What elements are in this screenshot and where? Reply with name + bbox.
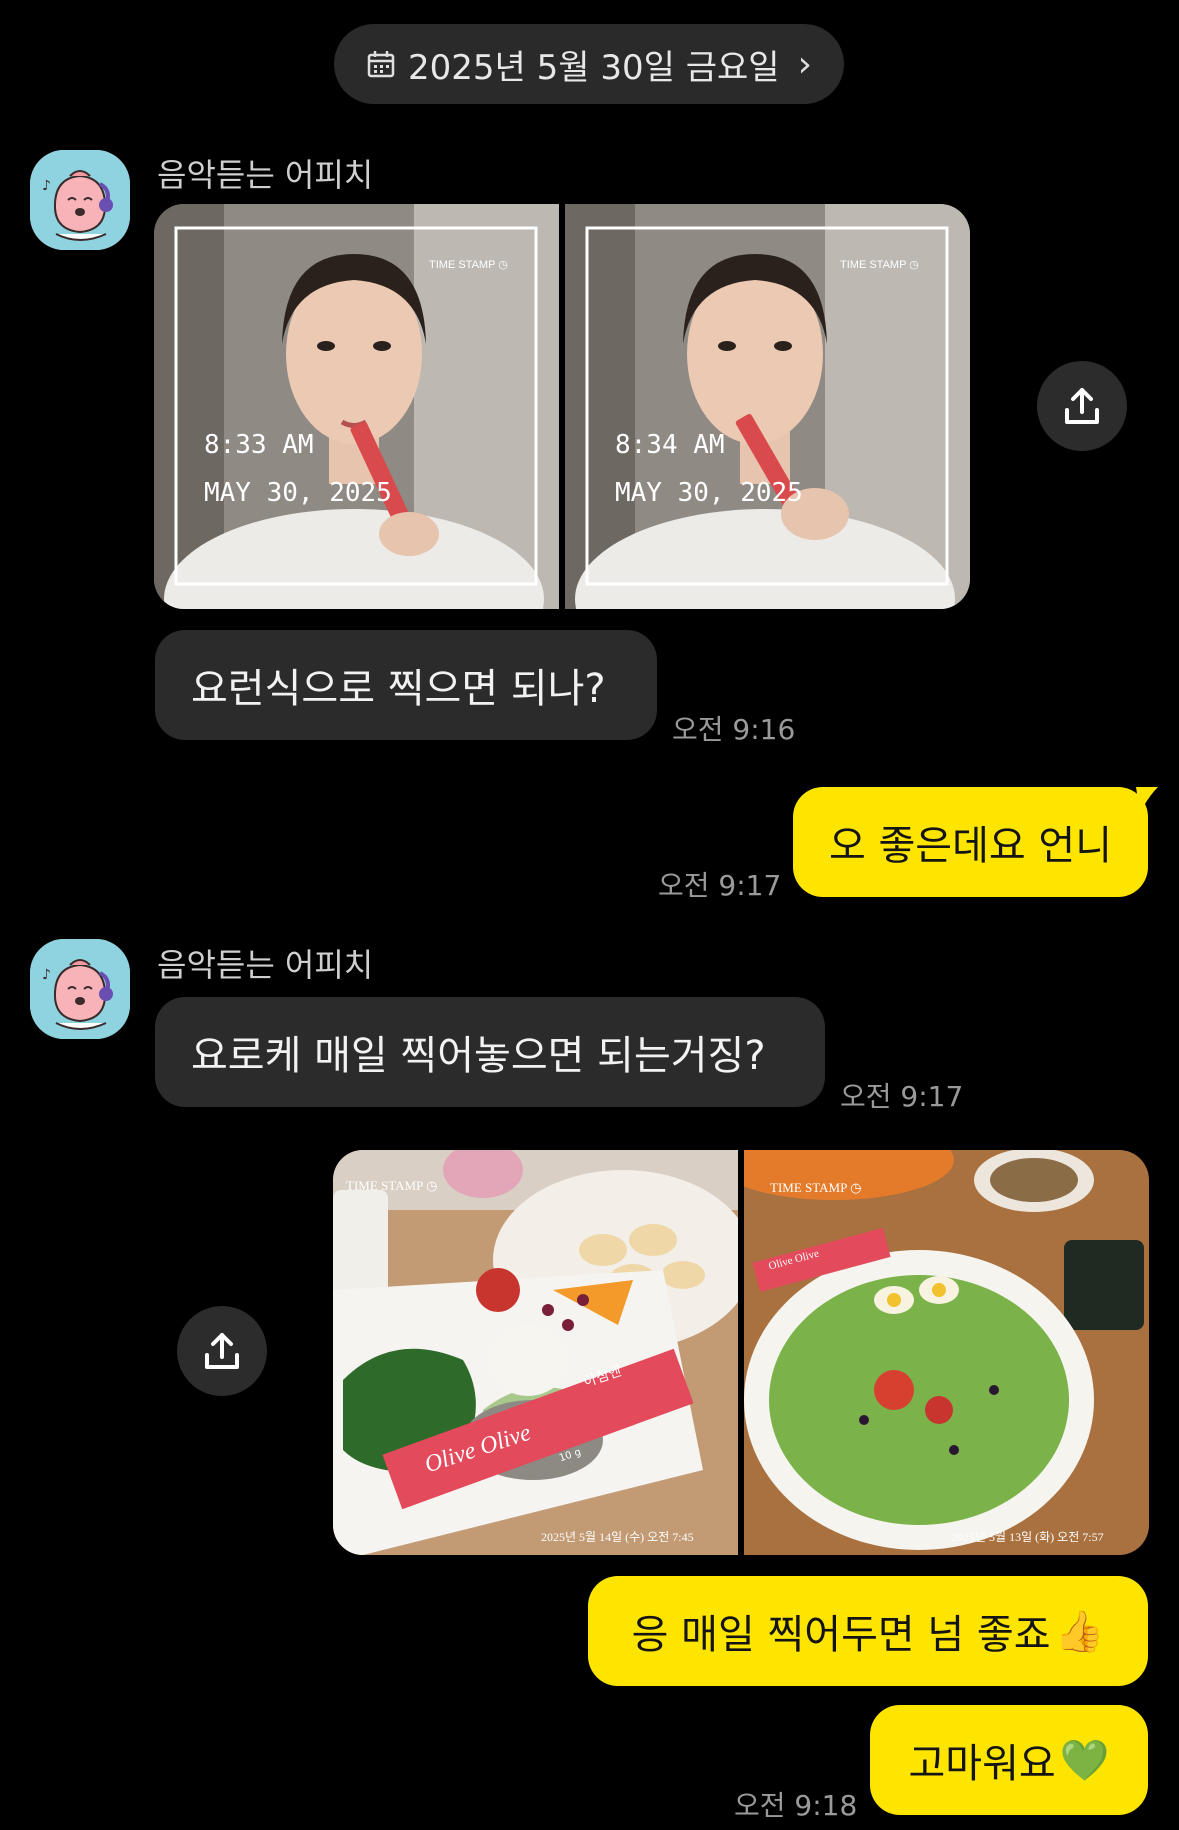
- share-button[interactable]: [177, 1306, 267, 1396]
- avatar[interactable]: ♪: [30, 150, 130, 250]
- message-time: 오전 9:17: [840, 1080, 964, 1113]
- svg-text:♪: ♪: [42, 178, 51, 194]
- message-text: 응 매일 찍어두면 넘 좋죠: [631, 1612, 1051, 1658]
- selfie-photo: TIME STAMP ◷: [565, 204, 970, 609]
- svg-text:♪: ♪: [42, 967, 51, 983]
- photo-thumbnail[interactable]: TIME STAMP ◷ Olive Olive 아침엔 10 g 2025년 …: [333, 1150, 738, 1555]
- share-icon: [205, 1333, 239, 1369]
- incoming-message-bubble[interactable]: 요런식으로 찍으면 되나?: [155, 630, 657, 740]
- outgoing-message-bubble[interactable]: 오 좋은데요 언니: [793, 787, 1148, 897]
- message-text: 요로케 매일 찍어놓으면 되는거징?: [191, 1033, 766, 1079]
- outgoing-message-bubble[interactable]: 고마워요 💚: [870, 1705, 1148, 1815]
- share-button[interactable]: [1037, 361, 1127, 451]
- apeach-avatar-icon: ♪: [30, 150, 130, 250]
- photo-caption: 2025년 5월 13일 (화) 오전 7:57: [951, 1530, 1104, 1544]
- message-time: 오전 9:16: [672, 713, 796, 746]
- photo-thumbnail[interactable]: TIME STAMP ◷ Olive Olive 2025년 5월 13일 (화…: [744, 1150, 1149, 1555]
- message-time: 오전 9:18: [734, 1789, 858, 1822]
- date-divider-button[interactable]: 2025년 5월 30일 금요일 ›: [334, 24, 844, 104]
- green-heart-icon: 💚: [1059, 1737, 1110, 1784]
- bubble-tail-icon: [1136, 787, 1158, 813]
- salad-photo: TIME STAMP ◷: [744, 1150, 1149, 1555]
- photo-time: 8:33 AM: [204, 430, 314, 460]
- message-text: 오 좋은데요 언니: [828, 823, 1113, 869]
- photo-caption: 2025년 5월 14일 (수) 오전 7:45: [541, 1530, 694, 1544]
- message-time: 오전 9:17: [658, 869, 782, 902]
- calendar-icon: [367, 51, 395, 78]
- stamp-text: TIME STAMP ◷: [770, 1180, 861, 1195]
- avatar[interactable]: ♪: [30, 939, 130, 1039]
- photo-date: MAY 30, 2025: [204, 478, 392, 508]
- share-icon: [1065, 388, 1099, 424]
- stamp-text: TIME STAMP ◷: [429, 259, 508, 271]
- stamp-text: TIME STAMP ◷: [346, 1178, 437, 1193]
- stamp-text: TIME STAMP ◷: [840, 259, 919, 271]
- message-text: 요런식으로 찍으면 되나?: [191, 666, 606, 712]
- photo-date: MAY 30, 2025: [615, 478, 803, 508]
- apeach-avatar-icon: ♪: [30, 939, 130, 1039]
- selfie-photo: TIME STAMP ◷: [154, 204, 559, 609]
- photo-time: 8:34 AM: [615, 430, 725, 460]
- chevron-right-icon: ›: [797, 43, 812, 85]
- incoming-message-bubble[interactable]: 요로케 매일 찍어놓으면 되는거징?: [155, 997, 825, 1107]
- thumbs-up-icon: 👍: [1054, 1608, 1105, 1655]
- photo-thumbnail[interactable]: TIME STAMP ◷ 8:34 AM MAY 30, 2025: [565, 204, 970, 609]
- sender-name: 음악듣는 어피치: [157, 156, 374, 194]
- salad-photo: TIME STAMP ◷: [333, 1150, 738, 1555]
- sender-name: 음악듣는 어피치: [157, 946, 374, 984]
- photo-thumbnail[interactable]: TIME STAMP ◷ 8:33 AM MAY 30, 2025: [154, 204, 559, 609]
- outgoing-message-bubble[interactable]: 응 매일 찍어두면 넘 좋죠 👍: [588, 1576, 1148, 1686]
- date-label: 2025년 5월 30일 금요일: [408, 47, 780, 88]
- message-text: 고마워요: [908, 1741, 1056, 1787]
